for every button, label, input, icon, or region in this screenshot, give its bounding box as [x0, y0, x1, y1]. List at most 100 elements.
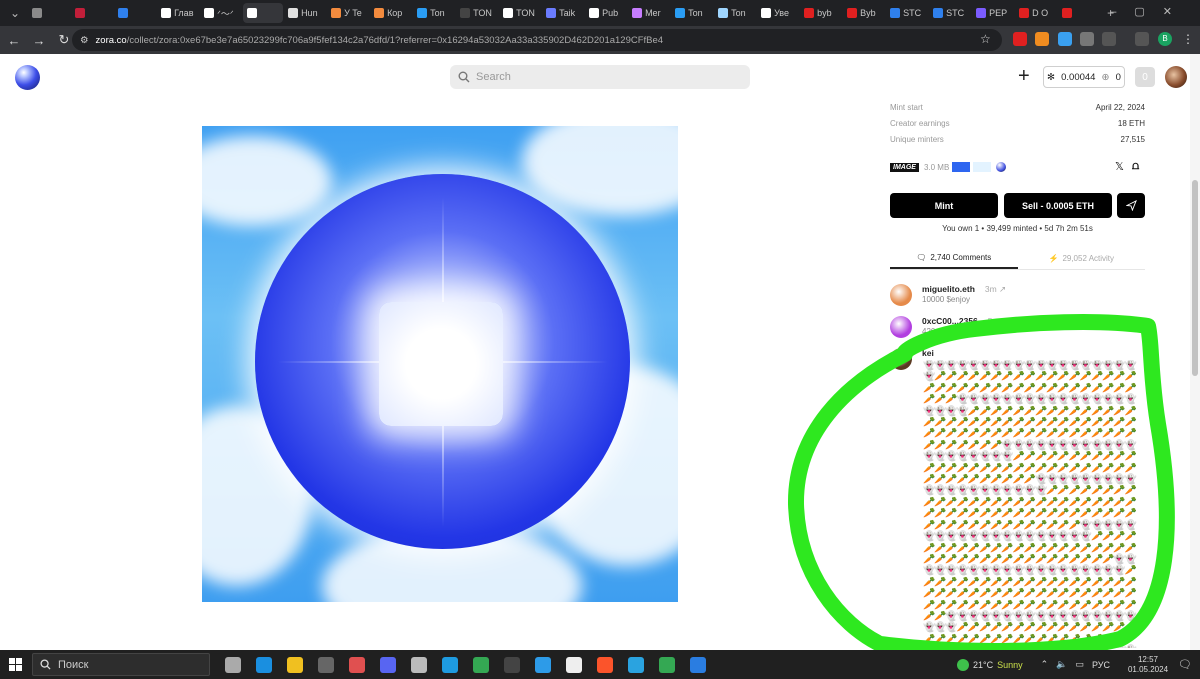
app-icon[interactable] [411, 656, 427, 673]
extension-icon[interactable] [1013, 32, 1027, 46]
tab-comments[interactable]: 🗨 2,740 Comments [890, 248, 1018, 269]
telegram-icon[interactable] [628, 656, 644, 673]
commenter-name[interactable]: 0xcC00...2356 [922, 316, 978, 326]
language-indicator[interactable]: РУС [1092, 660, 1110, 670]
chrome-icon[interactable] [473, 656, 489, 673]
x-share-icon[interactable]: 𝕏 [1115, 160, 1124, 173]
commenter-avatar[interactable] [890, 316, 912, 338]
app-icon[interactable] [349, 656, 365, 673]
creator-earnings-label: Creator earnings [890, 119, 950, 128]
profile-avatar[interactable]: B [1158, 32, 1172, 46]
unique-minters-row: Unique minters 27,515 [890, 135, 1145, 144]
tab-label: TON [473, 8, 492, 18]
browser-tab[interactable]: PEP [972, 3, 1014, 23]
tab-label: Byb [860, 8, 876, 18]
extension-icon[interactable] [1080, 32, 1094, 46]
browser-tab[interactable] [243, 3, 284, 23]
app-icon[interactable] [442, 656, 458, 673]
comment-time[interactable]: 3m ↗ [985, 284, 1006, 294]
browser-tab[interactable]: Mer [628, 3, 670, 23]
share-button[interactable] [1117, 193, 1145, 218]
app-icon[interactable] [504, 656, 520, 673]
browser-tab[interactable] [114, 3, 156, 23]
sell-button[interactable]: Sell - 0.0005 ETH [1004, 193, 1112, 218]
app-icon[interactable] [690, 656, 706, 673]
capcut-icon[interactable] [566, 656, 582, 673]
scrollbar-thumb[interactable] [1192, 180, 1198, 376]
clock[interactable]: 12:57 01.05.2024 [1128, 655, 1168, 675]
tab-favicon-icon [632, 8, 643, 18]
notification-center-icon[interactable]: 🗨 [1178, 658, 1192, 671]
back-icon[interactable]: ← [3, 33, 25, 48]
tray-chevron-icon[interactable]: ⌃ [1041, 659, 1049, 670]
browser-tab[interactable]: Byb [843, 3, 885, 23]
menu-kebab-icon[interactable]: ⋮ [1182, 32, 1194, 46]
browser-tab[interactable]: Глав [157, 3, 199, 23]
browser-tab[interactable]: Pub [585, 3, 627, 23]
weather-widget[interactable]: 21°C Sunny [957, 658, 1023, 671]
explorer-icon[interactable] [287, 656, 303, 673]
commenter-avatar[interactable] [890, 284, 912, 306]
mint-start-row: Mint start April 22, 2024 [890, 103, 1145, 112]
user-avatar[interactable] [1165, 66, 1187, 88]
page-scrollbar[interactable] [1190, 54, 1200, 650]
app-icon[interactable] [535, 656, 551, 673]
clock-time: 12:57 [1137, 654, 1159, 664]
task-view-icon[interactable] [225, 656, 241, 673]
browser-tab[interactable]: byb [800, 3, 842, 23]
tab-favicon-icon [374, 8, 385, 18]
browser-tab[interactable] [28, 3, 70, 23]
taskbar-search[interactable]: Поиск [32, 653, 210, 676]
nft-artwork[interactable] [202, 126, 678, 602]
search-input[interactable]: Search [450, 65, 750, 89]
browser-tab[interactable]: STC [929, 3, 971, 23]
bookmark-star-icon[interactable]: ☆ [980, 32, 991, 46]
tab-search-icon[interactable]: ⌄ [10, 6, 20, 20]
opensea-icon[interactable]: ⩍ [1132, 160, 1139, 173]
tab-favicon-icon [761, 8, 772, 18]
window-controls[interactable]: –▢✕ [1110, 5, 1190, 18]
zora-logo[interactable] [15, 65, 40, 90]
browser-tab[interactable]: Кор [370, 3, 412, 23]
browser-tab[interactable] [1058, 3, 1100, 23]
site-info-icon[interactable]: ⚙ [80, 35, 89, 46]
browser-tab[interactable]: Hun [284, 3, 326, 23]
ownership-summary: You own 1 • 39,499 minted • 5d 7h 2m 51s [942, 224, 1093, 233]
browser-tab[interactable]: TON [499, 3, 541, 23]
tab-favicon-icon [589, 8, 600, 18]
brave-icon[interactable] [597, 656, 613, 673]
calculator-icon[interactable] [318, 656, 334, 673]
browser-tab[interactable]: STC [886, 3, 928, 23]
browser-tab[interactable]: Ton [413, 3, 455, 23]
address-bar[interactable]: ⚙ zora.co /collect/zora:0xe67be3e7a65023… [72, 29, 1002, 51]
browser-tab[interactable]: Уве [757, 3, 799, 23]
metamask-icon[interactable] [1035, 32, 1049, 46]
reading-list-icon[interactable] [1135, 32, 1149, 46]
browser-tab[interactable]: TON [456, 3, 498, 23]
chrome-icon[interactable] [659, 656, 675, 673]
tab-label: TON [516, 8, 535, 18]
comment-time[interactable]: 5m ↗ [988, 316, 1009, 326]
tab-activity[interactable]: ⚡ 29,052 Activity [1018, 248, 1146, 269]
commenter-avatar[interactable] [890, 348, 912, 370]
commenter-name[interactable]: kei [922, 348, 934, 358]
browser-tab[interactable]: Taik [542, 3, 584, 23]
send-icon [1125, 200, 1137, 211]
edge-icon[interactable] [256, 656, 272, 673]
mint-button[interactable]: Mint [890, 193, 998, 218]
commenter-name[interactable]: miguelito.eth [922, 284, 975, 294]
browser-tab[interactable] [71, 3, 113, 23]
browser-tab[interactable]: ᐟ〜ᐟ [200, 3, 242, 23]
discord-icon[interactable] [380, 656, 396, 673]
volume-icon[interactable]: 🔈 [1056, 659, 1067, 670]
extensions-puzzle-icon[interactable] [1102, 32, 1116, 46]
browser-tab[interactable]: Ton [714, 3, 756, 23]
tab-favicon-icon [933, 8, 944, 18]
start-button[interactable] [0, 650, 30, 679]
browser-tab[interactable]: Ton [671, 3, 713, 23]
forward-icon[interactable]: → [28, 33, 50, 48]
browser-tab[interactable]: У Te [327, 3, 369, 23]
browser-tab[interactable]: D O [1015, 3, 1057, 23]
network-icon[interactable]: ▭ [1075, 659, 1084, 670]
extension-icon[interactable] [1058, 32, 1072, 46]
